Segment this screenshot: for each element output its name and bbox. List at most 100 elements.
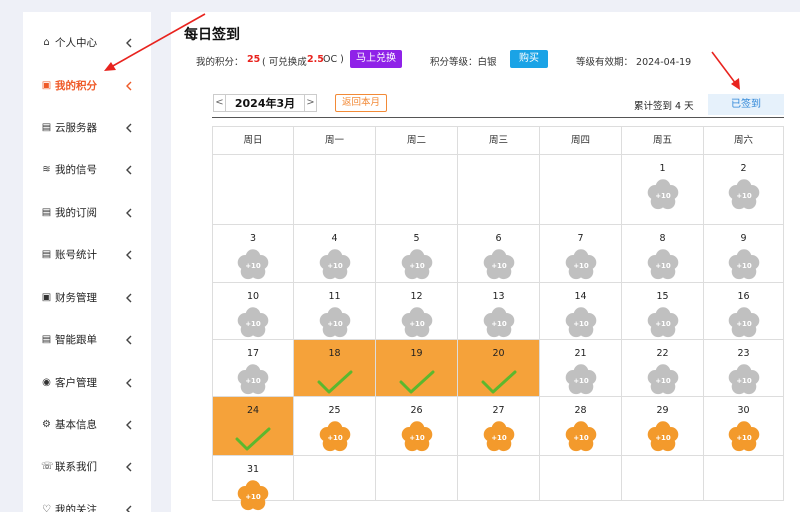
prev-month-button[interactable]: <	[214, 95, 226, 111]
contact-icon: ☏	[41, 461, 54, 472]
home-icon: ⌂	[43, 37, 50, 48]
settings-icon: ⚙	[42, 419, 51, 430]
calendar-day: 30 +10	[704, 397, 783, 456]
sidebar-item[interactable]: ▣ 财务管理	[23, 287, 151, 311]
sidebar-item[interactable]: ▣ 我的积分	[23, 75, 151, 99]
sidebar-item-label: 财务管理	[55, 292, 97, 304]
reward-flower-icon: +10	[401, 249, 433, 281]
sidebar-item[interactable]: ▤ 我的订阅	[23, 202, 151, 226]
day-number: 15	[656, 291, 669, 302]
chevron-left-icon[interactable]	[123, 375, 135, 391]
day-number: 19	[410, 348, 423, 359]
weekday-label: 周三	[458, 127, 540, 155]
sidebar-item[interactable]: ♡ 我的关注	[23, 499, 151, 512]
day-number: 4	[331, 233, 338, 244]
calendar-day: 5 +10	[376, 225, 458, 283]
calendar-empty-cell	[213, 155, 294, 225]
calendar-day: 21 +10	[540, 340, 622, 397]
sidebar-item[interactable]: ☏ 联系我们	[23, 456, 151, 480]
svg-text:+10: +10	[736, 434, 752, 442]
return-current-month-button[interactable]: 返回本月	[335, 94, 387, 112]
day-number: 7	[577, 233, 584, 244]
svg-text:+10: +10	[573, 320, 589, 328]
day-number: 10	[246, 291, 260, 302]
sidebar-item-label: 个人中心	[55, 37, 97, 49]
chevron-left-icon[interactable]	[123, 35, 135, 51]
heart-icon: ♡	[42, 504, 51, 512]
day-number: 21	[574, 348, 587, 359]
day-number: 24	[246, 405, 260, 416]
checkmark-icon	[480, 368, 518, 396]
points-info-row: 我的积分： 25 ( 可兑换成 2.5 OC ) 马上兑换 积分等级：白银 购买…	[196, 50, 796, 70]
sidebar-item-label: 云服务器	[55, 122, 97, 134]
sidebar-item-label: 我的积分	[55, 80, 97, 92]
chevron-left-icon[interactable]	[123, 120, 135, 136]
calendar-day: 8 +10	[622, 225, 704, 283]
sidebar-item[interactable]: ≋ 我的信号	[23, 159, 151, 183]
svg-text:+10: +10	[409, 434, 425, 442]
svg-text:+10: +10	[573, 434, 589, 442]
calendar-day: 23 +10	[704, 340, 783, 397]
sidebar-item[interactable]: ◉ 客户管理	[23, 372, 151, 396]
chevron-left-icon[interactable]	[123, 205, 135, 221]
svg-text:+10: +10	[736, 262, 752, 270]
reward-flower-icon: +10	[647, 364, 679, 396]
day-number: 26	[410, 405, 423, 416]
day-number: 18	[328, 348, 341, 359]
svg-text:+10: +10	[245, 320, 261, 328]
wifi-icon: ≋	[42, 164, 51, 175]
chevron-left-icon[interactable]	[123, 290, 135, 306]
day-number: 27	[492, 405, 505, 416]
total-signed-days: 累计签到 4 天	[634, 101, 694, 112]
chevron-left-icon[interactable]	[123, 78, 135, 94]
calendar-empty-cell	[540, 456, 622, 500]
day-number: 29	[656, 405, 669, 416]
svg-text:+10: +10	[491, 320, 507, 328]
svg-text:+10: +10	[491, 434, 507, 442]
checkmark-icon	[234, 425, 272, 453]
calendar-day-signed: 24	[213, 397, 294, 456]
copy-trade-icon: ▤	[41, 334, 52, 345]
chevron-left-icon[interactable]	[123, 417, 135, 433]
reward-flower-icon: +10	[319, 307, 351, 339]
svg-text:+10: +10	[409, 320, 425, 328]
chevron-left-icon[interactable]	[123, 502, 135, 512]
calendar-empty-cell	[540, 155, 622, 225]
reward-flower-icon: +10	[647, 249, 679, 281]
chevron-left-icon[interactable]	[123, 332, 135, 348]
weekday-label: 周五	[622, 127, 704, 155]
svg-text:+10: +10	[409, 262, 425, 270]
checkmark-icon	[398, 368, 436, 396]
calendar-empty-cell	[458, 456, 540, 500]
day-number: 1	[659, 163, 666, 174]
svg-text:+10: +10	[491, 262, 507, 270]
reward-flower-icon: +10	[728, 307, 760, 339]
sidebar-item[interactable]: ▤ 智能跟单	[23, 329, 151, 353]
chevron-left-icon[interactable]	[123, 162, 135, 178]
signed-in-button[interactable]: 已签到	[708, 94, 784, 115]
sidebar-item[interactable]: ▤ 云服务器	[23, 117, 151, 141]
reward-flower-icon: +10	[728, 179, 760, 211]
calendar-day: 11 +10	[294, 283, 376, 340]
calendar-day: 9 +10	[704, 225, 783, 283]
sidebar-item[interactable]: ▤ 账号统计	[23, 244, 151, 268]
sidebar-item[interactable]: ⚙ 基本信息	[23, 414, 151, 438]
sidebar-item-label: 我的订阅	[55, 207, 97, 219]
svg-text:+10: +10	[245, 377, 261, 385]
chevron-left-icon[interactable]	[123, 247, 135, 263]
next-month-button[interactable]: >	[304, 95, 316, 111]
reward-flower-icon: +10	[237, 480, 269, 512]
svg-text:+10: +10	[655, 262, 671, 270]
buy-button[interactable]: 购买	[510, 50, 548, 68]
reward-flower-icon: +10	[565, 307, 597, 339]
sidebar-item[interactable]: ⌂ 个人中心	[23, 32, 151, 56]
svg-text:+10: +10	[327, 320, 343, 328]
day-number: 11	[328, 291, 341, 302]
calendar-grid: 周日 周一 周二 周三 周四 周五 周六 1 +10 2 +10 3 +10 4 +10 5 +10 6 +10 7…	[212, 126, 784, 511]
chevron-left-icon[interactable]	[123, 459, 135, 475]
exchange-button[interactable]: 马上兑换	[350, 50, 402, 68]
sidebar-item-label: 基本信息	[55, 419, 97, 431]
calendar-day: 2 +10	[704, 155, 783, 225]
weekday-label: 周日	[213, 127, 294, 155]
svg-text:+10: +10	[327, 434, 343, 442]
